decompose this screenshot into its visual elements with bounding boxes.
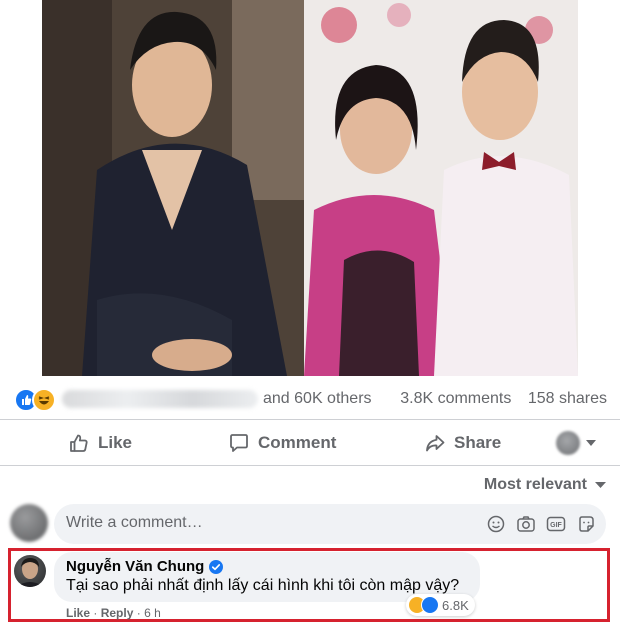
comment-text: Tại sao phải nhất định lấy cái hình khi … (66, 577, 460, 594)
comments-count[interactable]: 3.8K comments (400, 390, 511, 407)
comment-input[interactable] (66, 514, 466, 532)
comment-meta: Like · Reply · 6 h (66, 606, 161, 620)
divider (0, 465, 620, 466)
blurred-reactor-names[interactable] (62, 390, 258, 408)
comment-like-link[interactable]: Like (66, 606, 90, 620)
like-button[interactable]: Like (68, 421, 132, 465)
comment-author-name: Nguyễn Văn Chung (66, 558, 205, 575)
post-action-bar: Like Comment Share (0, 421, 620, 465)
composer-icons: GIF (484, 512, 598, 536)
reaction-icons[interactable] (14, 388, 56, 412)
verified-badge-icon (209, 559, 224, 574)
comment-time[interactable]: 6 h (144, 606, 161, 620)
post-photos (0, 0, 620, 376)
meta-separator: · (136, 606, 141, 620)
like-icon (421, 596, 439, 614)
comment-author[interactable]: Nguyễn Văn Chung (66, 558, 224, 575)
svg-text:GIF: GIF (550, 522, 562, 529)
engagement-counts: 3.8K comments 158 shares (388, 390, 607, 408)
camera-icon[interactable] (514, 512, 538, 536)
post-as-selector[interactable] (556, 431, 596, 455)
haha-icon (32, 388, 56, 412)
divider (0, 419, 620, 420)
comment-reply-link[interactable]: Reply (101, 606, 134, 620)
caret-down-icon (586, 440, 596, 446)
avatar (556, 431, 580, 455)
emoji-icon[interactable] (484, 512, 508, 536)
comment-author-avatar[interactable] (14, 555, 46, 587)
share-button-label: Share (454, 433, 502, 452)
shares-count[interactable]: 158 shares (528, 390, 607, 407)
post-stats-bar: and 60K others 3.8K comments 158 shares (0, 380, 620, 418)
sticker-icon[interactable] (574, 512, 598, 536)
comment-sort-dropdown[interactable]: Most relevant (484, 476, 606, 494)
post-photo-right[interactable] (304, 0, 578, 376)
share-button[interactable]: Share (424, 421, 501, 465)
photo-right-illustration (304, 0, 578, 376)
like-button-label: Like (98, 433, 133, 452)
post-photo-left[interactable] (42, 0, 304, 376)
photo-left-illustration (42, 0, 304, 376)
thumbs-up-icon (70, 434, 88, 452)
comment-icon (230, 434, 248, 452)
comment-composer: GIF (54, 504, 606, 544)
reaction-others-count[interactable]: and 60K others (263, 390, 372, 408)
meta-separator: · (93, 606, 98, 620)
gif-icon[interactable]: GIF (544, 512, 568, 536)
comment-button[interactable]: Comment (228, 421, 336, 465)
share-icon (426, 435, 445, 452)
comment-button-label: Comment (258, 433, 337, 452)
current-user-avatar[interactable] (10, 504, 48, 542)
sort-label: Most relevant (483, 476, 587, 493)
comment-reaction-summary[interactable]: 6.8K (406, 594, 475, 616)
caret-down-icon (595, 482, 606, 488)
comment-reaction-count: 6.8K (442, 597, 469, 613)
